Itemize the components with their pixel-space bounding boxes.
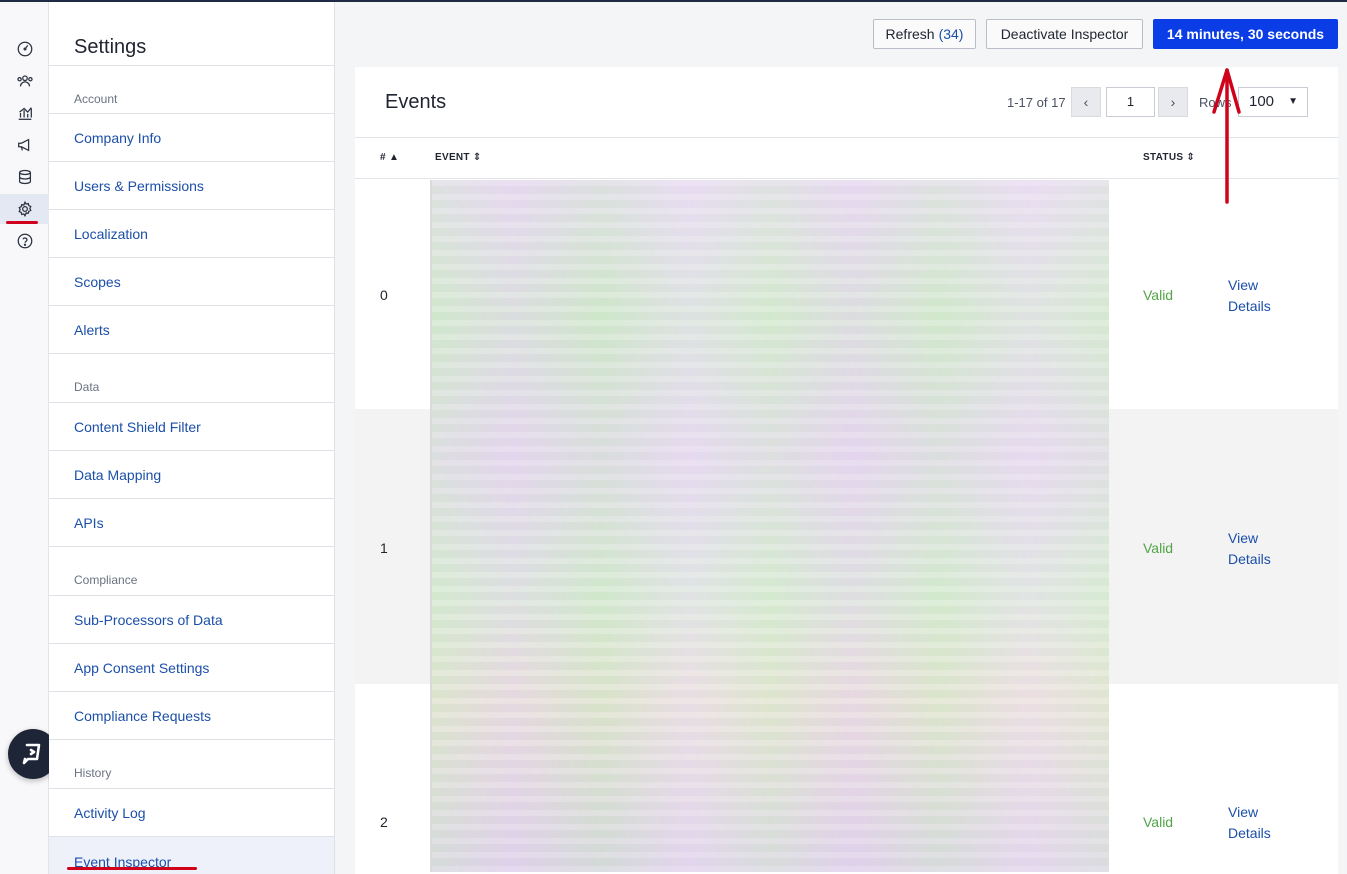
page-input[interactable]: 1 <box>1106 87 1155 117</box>
refresh-label: Refresh <box>885 26 935 42</box>
nav-item-content-shield-filter[interactable]: Content Shield Filter <box>49 402 334 450</box>
rows-per-page-value: 100 <box>1249 93 1275 110</box>
nav-section-account: Account <box>49 65 334 113</box>
nav-section-history: History <box>49 739 334 787</box>
nav-item-activity-log[interactable]: Activity Log <box>49 788 334 836</box>
column-header-num[interactable]: # ▲ <box>380 152 399 163</box>
nav-item-alerts[interactable]: Alerts <box>49 305 334 353</box>
view-details-link[interactable]: View Details <box>1228 802 1288 844</box>
chat-help-icon <box>22 743 41 765</box>
help-circle-icon[interactable] <box>0 226 49 256</box>
settings-nav: Settings Account Company Info Users & Pe… <box>49 2 335 874</box>
inspector-timer-button[interactable]: 14 minutes, 30 seconds <box>1153 19 1338 49</box>
events-panel: Events 1-17 of 17 ‹ 1 › Rows 100 ▼ # ▲ E… <box>355 67 1338 874</box>
deactivate-inspector-button[interactable]: Deactivate Inspector <box>986 19 1143 49</box>
dashboard-icon[interactable] <box>0 34 49 64</box>
nav-item-localization[interactable]: Localization <box>49 209 334 257</box>
nav-section-data: Data <box>49 353 334 401</box>
audience-icon[interactable] <box>0 66 49 96</box>
event-inspector-annotation-underline <box>67 867 197 870</box>
nav-item-compliance-requests[interactable]: Compliance Requests <box>49 691 334 739</box>
main-content: Refresh (34) Deactivate Inspector 14 min… <box>335 2 1347 874</box>
redacted-event-payload <box>430 180 1109 872</box>
row-status: Valid <box>1143 287 1174 303</box>
nav-item-users-permissions[interactable]: Users & Permissions <box>49 161 334 209</box>
database-icon[interactable] <box>0 162 49 192</box>
row-number: 1 <box>380 540 388 556</box>
chevron-left-icon: ‹ <box>1083 94 1089 110</box>
nav-item-app-consent-settings[interactable]: App Consent Settings <box>49 643 334 691</box>
settings-title: Settings <box>74 36 147 58</box>
table-header: # ▲ EVENT ⇕ STATUS ⇕ <box>355 137 1338 179</box>
settings-icon[interactable] <box>0 194 49 224</box>
row-status: Valid <box>1143 540 1174 556</box>
column-header-status[interactable]: STATUS ⇕ <box>1143 152 1195 163</box>
view-details-link[interactable]: View Details <box>1228 528 1288 570</box>
events-title: Events <box>385 91 447 113</box>
settings-annotation-underline <box>6 221 38 224</box>
refresh-button[interactable]: Refresh (34) <box>873 19 976 49</box>
nav-item-apis[interactable]: APIs <box>49 498 334 546</box>
next-page-button[interactable]: › <box>1158 87 1188 117</box>
row-status: Valid <box>1143 814 1174 830</box>
rows-per-page-select[interactable]: 100 ▼ <box>1238 87 1308 117</box>
view-details-link[interactable]: View Details <box>1228 275 1288 317</box>
row-number: 2 <box>380 814 388 830</box>
nav-section-compliance: Compliance <box>49 546 334 594</box>
nav-item-scopes[interactable]: Scopes <box>49 257 334 305</box>
annotation-arrow <box>1212 68 1241 204</box>
refresh-count: (34) <box>938 26 964 42</box>
chevron-right-icon: › <box>1170 94 1176 110</box>
analytics-icon[interactable] <box>0 98 49 128</box>
prev-page-button[interactable]: ‹ <box>1071 87 1101 117</box>
caret-down-icon: ▼ <box>1288 96 1298 107</box>
nav-item-sub-processors[interactable]: Sub-Processors of Data <box>49 595 334 643</box>
campaigns-icon[interactable] <box>0 130 49 160</box>
column-header-event[interactable]: EVENT ⇕ <box>435 152 482 163</box>
nav-item-company-info[interactable]: Company Info <box>49 113 334 161</box>
pager-info: 1-17 of 17 <box>1007 95 1066 110</box>
nav-item-data-mapping[interactable]: Data Mapping <box>49 450 334 498</box>
row-number: 0 <box>380 287 388 303</box>
